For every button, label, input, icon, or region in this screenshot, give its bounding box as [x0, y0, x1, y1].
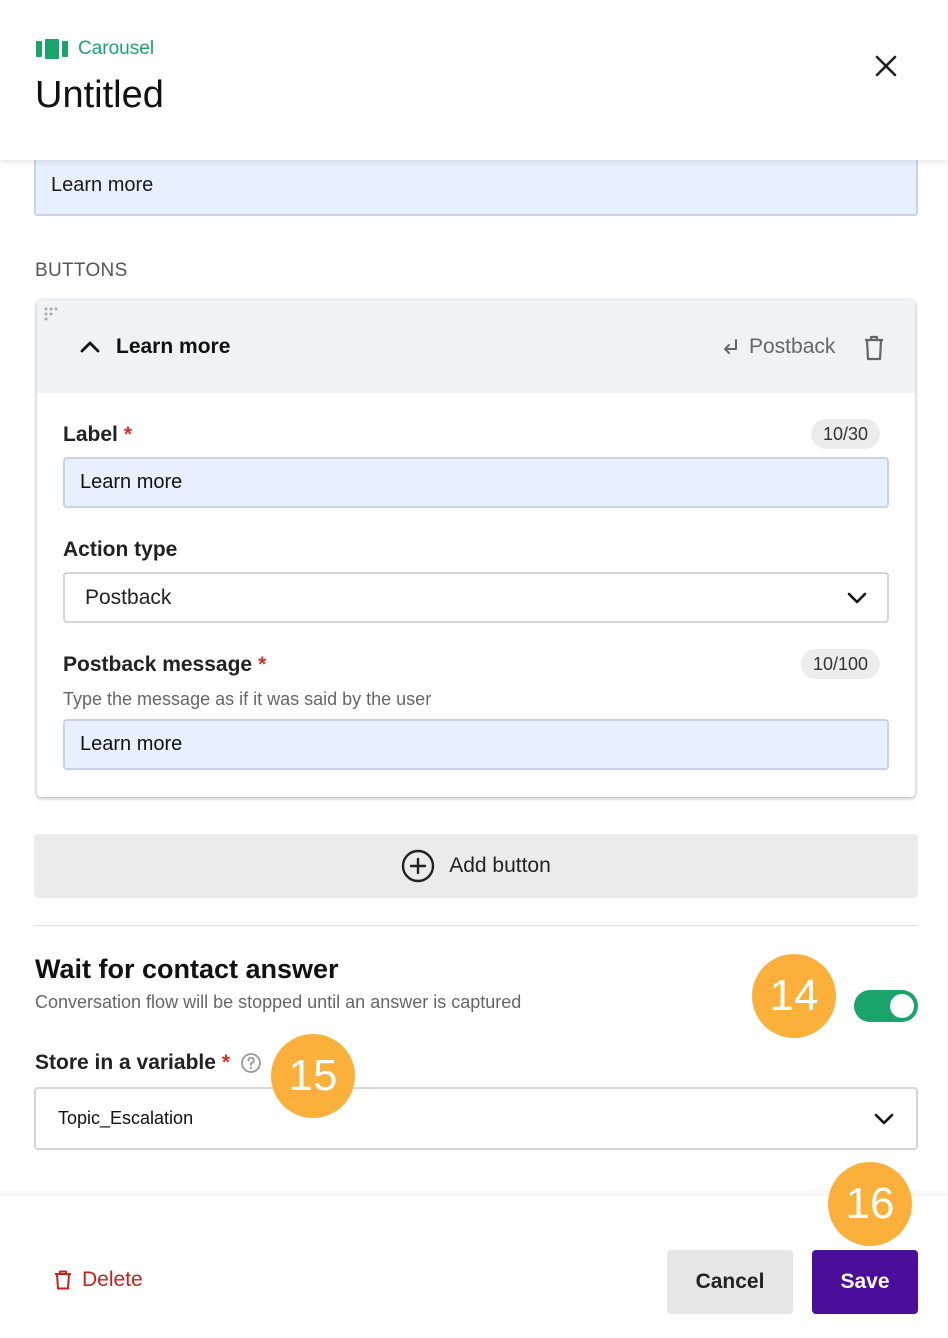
required-mark: * [221, 1051, 231, 1074]
delete-button-label: Delete [82, 1268, 143, 1291]
postback-char-counter: 10/100 [801, 649, 881, 679]
editor-header: Carousel Untitled [0, 0, 948, 160]
wait-answer-toggle[interactable] [854, 990, 918, 1022]
wait-answer-subtitle: Conversation flow will be stopped until … [35, 992, 522, 1012]
action-type-label: Action type [63, 538, 178, 561]
help-icon[interactable] [240, 1052, 262, 1074]
add-button-button[interactable]: Add button [34, 834, 918, 898]
wait-answer-title: Wait for contact answer [35, 954, 339, 984]
delete-button-icon[interactable] [863, 335, 885, 361]
step-badge-15: 15 [271, 1034, 355, 1118]
buttons-section-label: BUTTONS [35, 260, 128, 281]
save-button[interactable]: Save [812, 1250, 918, 1314]
action-type-value: Postback [85, 585, 172, 609]
chevron-down-icon [874, 1113, 894, 1124]
button-card: Learn more Postback Label * 10/30 Learn m… [37, 300, 915, 797]
store-variable-value: Topic_Escalation [58, 1108, 194, 1128]
add-button-label: Add button [449, 854, 551, 877]
cancel-button[interactable]: Cancel [667, 1250, 793, 1314]
postback-field-label: Postback message * [63, 653, 267, 676]
button-card-title: Learn more [116, 335, 231, 358]
trash-icon [55, 1270, 71, 1290]
label-char-counter: 10/30 [811, 419, 881, 449]
delete-button[interactable]: Delete [54, 1268, 143, 1292]
editor-footer: Delete Cancel Save [0, 1196, 948, 1338]
step-badge-16: 16 [828, 1162, 912, 1246]
postback-message-input[interactable]: Learn more [63, 719, 889, 770]
close-button[interactable] [868, 48, 904, 84]
label-input[interactable]: Learn more [63, 457, 889, 508]
toggle-knob [890, 994, 914, 1018]
required-mark: * [258, 653, 267, 676]
chevron-down-icon [847, 592, 867, 603]
drag-handle-icon[interactable] [43, 306, 59, 322]
close-icon [875, 55, 897, 77]
carousel-icon [36, 39, 68, 59]
return-arrow-icon [724, 339, 737, 354]
required-mark: * [123, 423, 133, 446]
chevron-up-icon[interactable] [79, 336, 101, 358]
button-card-header[interactable]: Learn more Postback [37, 300, 915, 393]
action-type-select[interactable]: Postback [63, 572, 889, 623]
action-type-indicator-label: Postback [749, 335, 836, 358]
action-type-indicator: Postback [721, 335, 835, 359]
postback-helper-text: Type the message as if it was said by th… [63, 689, 432, 709]
section-divider [34, 925, 918, 926]
plus-circle-icon [402, 849, 435, 883]
page-title[interactable]: Untitled [35, 74, 164, 117]
node-type-label: Carousel [78, 38, 155, 59]
node-type: Carousel [36, 38, 154, 60]
store-variable-label: Store in a variable * [35, 1051, 262, 1075]
label-field-label: Label * [63, 423, 133, 446]
step-badge-14: 14 [752, 954, 836, 1038]
store-variable-select[interactable]: Topic_Escalation [34, 1087, 918, 1150]
